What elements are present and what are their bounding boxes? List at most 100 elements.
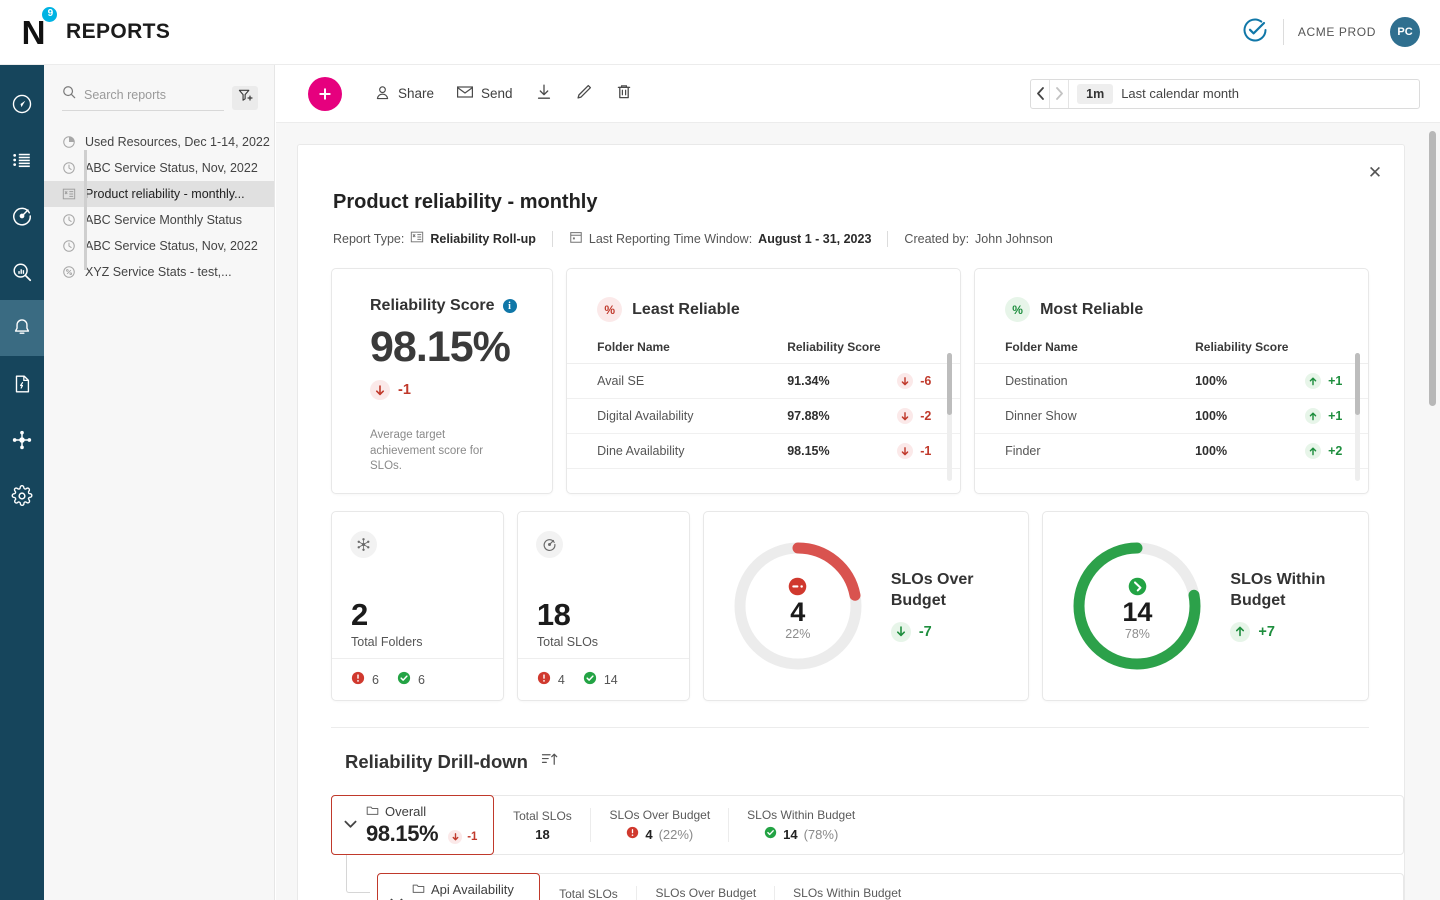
close-icon[interactable]: ✕ [1364, 161, 1386, 183]
slos-within-budget-card: 14 78% SLOs Within Budget +7 [1042, 511, 1369, 701]
left-nav-rail [0, 65, 44, 900]
download-icon [535, 83, 553, 104]
logo-letter: N [21, 13, 46, 51]
report-label: Used Resources, Dec 1-14, 2022 [85, 135, 270, 149]
total-slos-card: 18 Total SLOs 4 14 [516, 511, 690, 701]
nav-item-dashboard[interactable] [0, 76, 44, 132]
chevron-down-icon[interactable] [390, 894, 403, 900]
time-next-button[interactable] [1050, 79, 1070, 108]
time-range-label[interactable]: Last calendar month [1121, 86, 1419, 101]
slos-over-budget-pct: 22% [785, 626, 811, 641]
check-badge-icon [583, 671, 597, 688]
metric-pct: (22%) [658, 826, 694, 842]
content-scrollbar[interactable] [1429, 131, 1436, 891]
total-slos-label: Total SLOs [536, 635, 599, 649]
add-report-button[interactable] [308, 76, 342, 111]
document-icon [11, 373, 33, 395]
arrow-down-icon [370, 380, 390, 400]
avatar[interactable]: PC [1390, 17, 1420, 47]
report-list-item[interactable]: ABC Service Monthly Status [44, 207, 274, 233]
report-list-item[interactable]: XYZ Service Stats - test,... [44, 259, 274, 285]
report-list-item[interactable]: ABC Service Status, Nov, 2022 [44, 155, 274, 181]
envelope-icon [456, 83, 474, 104]
folders-bad-value: 6 [372, 672, 379, 687]
check-badge-icon [1128, 577, 1147, 596]
report-type-value: Reliability Roll-up [430, 231, 536, 246]
filter-add-button[interactable] [232, 86, 258, 110]
search-box[interactable] [62, 85, 224, 111]
report-list-item[interactable]: ABC Service Status, Nov, 2022 [44, 233, 274, 259]
send-button[interactable]: Send [456, 83, 513, 104]
status-check-icon[interactable] [1241, 16, 1269, 49]
folder-outline-icon [366, 804, 379, 820]
metric-value: 4 [645, 826, 653, 842]
slos-within-budget-pct: 78% [1124, 626, 1150, 641]
folder-name: Digital Availability [567, 398, 788, 434]
time-range-badge[interactable]: 1m [1077, 83, 1114, 104]
drilldown-row-overall[interactable]: Overall 98.15% -1 Total SLOs 18 SLOs Ove… [331, 795, 1404, 855]
total-folders-card: 2 Total Folders 6 6 [331, 511, 504, 701]
drilldown-metric-over-budget: SLOs Over Budget 4 (22%) [636, 886, 774, 900]
rollup-icon [62, 187, 76, 201]
drilldown-name-box[interactable]: Api Availability 98.15% -1 [377, 873, 541, 900]
logo[interactable]: N9 [0, 6, 66, 51]
table-row[interactable]: Digital Availability 97.88% -2 [567, 398, 961, 434]
folder-delta: +1 [1328, 374, 1343, 388]
time-prev-button[interactable] [1031, 79, 1051, 108]
column-header: Folder Name [975, 340, 1196, 364]
pie-icon [62, 135, 76, 149]
nav-item-analytics[interactable] [0, 244, 44, 300]
trash-icon [615, 83, 633, 104]
search-icon [62, 85, 76, 104]
table-row[interactable]: Dine Availability 98.15% -1 [567, 433, 961, 469]
most-reliable-scrollbar[interactable] [1355, 353, 1360, 481]
report-list-item-selected[interactable]: Product reliability - monthly... [44, 181, 274, 207]
chevron-down-icon[interactable] [344, 816, 357, 834]
nav-item-integrations[interactable] [0, 412, 44, 468]
folder-delta: -1 [920, 444, 932, 458]
sort-asc-icon[interactable] [541, 751, 558, 773]
total-slos-value: 18 [536, 597, 571, 632]
slos-over-budget-value: 4 [790, 597, 806, 628]
edit-button[interactable] [575, 83, 593, 104]
table-row[interactable]: Avail SE 91.34% -6 [567, 363, 961, 399]
gear-icon [11, 485, 33, 507]
least-reliable-scrollbar[interactable] [947, 353, 953, 481]
slos-within-budget-donut: 14 78% [1069, 538, 1205, 674]
delete-button[interactable] [615, 83, 633, 104]
table-row[interactable]: Destination 100% +1 [975, 363, 1368, 399]
nav-item-service-list[interactable] [0, 132, 44, 188]
logo-badge: 9 [42, 6, 58, 22]
sidebar-scrollbar[interactable] [84, 150, 87, 270]
percent-icon: % [1005, 297, 1031, 322]
report-panel: ✕ Product reliability - monthly Report T… [297, 144, 1405, 900]
nav-item-alerts[interactable] [0, 300, 44, 356]
share-button[interactable]: Share [374, 84, 434, 104]
arrow-up-icon [1305, 408, 1322, 424]
metric-value: 14 [783, 826, 798, 842]
folder-score: 91.34% [787, 363, 898, 399]
created-by-label: Created by: [904, 231, 970, 246]
drilldown-row-api-availability[interactable]: Api Availability 98.15% -1 Total [377, 873, 1404, 900]
slos-over-budget-donut: 4 22% [730, 538, 866, 674]
folder-delta: +1 [1328, 409, 1343, 423]
search-input[interactable] [84, 87, 224, 102]
arrow-up-icon [1305, 443, 1322, 459]
nav-item-slo[interactable] [0, 188, 44, 244]
column-header: Folder Name [567, 340, 788, 364]
nav-item-settings[interactable] [0, 468, 44, 524]
table-row[interactable]: Dinner Show 100% +1 [975, 398, 1368, 434]
time-range-control[interactable]: 1m Last calendar month [1030, 78, 1420, 109]
metric-label: SLOs Within Budget [793, 886, 902, 900]
table-row[interactable]: Finder 100% +2 [975, 433, 1368, 469]
target-icon [535, 531, 563, 558]
download-button[interactable] [535, 83, 553, 104]
folders-bad-stat: 6 [351, 671, 379, 688]
report-toolbar: Share Send 1m Last calendar month [276, 65, 1440, 123]
report-list-item[interactable]: Used Resources, Dec 1-14, 2022 [44, 129, 274, 155]
drilldown-row-name: Api Availability [431, 882, 514, 897]
folder-score: 100% [1195, 433, 1306, 469]
nav-item-reports[interactable] [0, 356, 44, 412]
info-icon[interactable]: i [502, 299, 517, 313]
drilldown-name-box[interactable]: Overall 98.15% -1 [331, 795, 495, 855]
